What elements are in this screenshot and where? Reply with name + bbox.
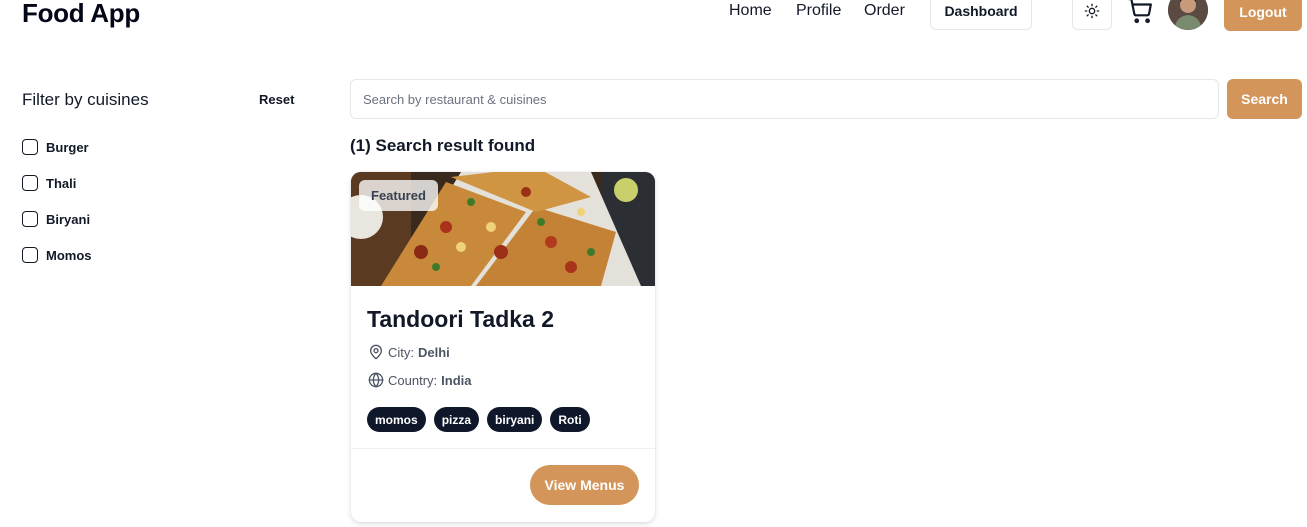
map-pin-icon <box>370 344 382 360</box>
cuisine-label: Momos <box>46 247 92 263</box>
restaurant-card: Featured Tandoori Tadka 2 City: Delhi Co… <box>351 172 655 522</box>
view-menus-button[interactable]: View Menus <box>530 465 639 505</box>
featured-badge: Featured <box>359 180 438 211</box>
avatar[interactable] <box>1168 0 1208 30</box>
card-divider <box>351 448 655 449</box>
nav-home-link[interactable]: Home <box>729 2 772 20</box>
cuisine-checkbox[interactable] <box>22 211 38 227</box>
cuisine-checkbox[interactable] <box>22 175 38 191</box>
avatar-photo-icon <box>1168 0 1208 30</box>
cuisine-tag: biryani <box>487 407 543 432</box>
city-value: Delhi <box>418 344 450 360</box>
nav-profile-link[interactable]: Profile <box>796 2 841 20</box>
cuisine-option-burger[interactable]: Burger <box>22 139 89 155</box>
cuisine-label: Biryani <box>46 211 91 227</box>
nav-order-link[interactable]: Order <box>864 2 905 20</box>
logout-button[interactable]: Logout <box>1224 0 1302 31</box>
app-brand[interactable]: Food App <box>22 0 140 29</box>
restaurant-city: City: Delhi <box>368 344 450 360</box>
cuisine-tag: Roti <box>550 407 590 432</box>
restaurant-country: Country: India <box>368 372 471 388</box>
theme-toggle-button[interactable] <box>1072 0 1112 30</box>
city-label: City: <box>388 344 414 360</box>
cuisine-option-momos[interactable]: Momos <box>22 247 92 263</box>
cuisine-label: Burger <box>46 139 89 155</box>
dashboard-button[interactable]: Dashboard <box>930 0 1032 30</box>
globe-icon <box>368 372 384 388</box>
cuisine-option-biryani[interactable]: Biryani <box>22 211 90 227</box>
cuisine-checkbox[interactable] <box>22 247 38 263</box>
country-value: India <box>441 372 472 388</box>
filter-title: Filter by cuisines <box>22 90 149 109</box>
cuisine-checkbox[interactable] <box>22 139 38 155</box>
search-input[interactable] <box>350 79 1219 119</box>
search-button[interactable]: Search <box>1227 79 1302 119</box>
reset-button[interactable]: Reset <box>259 92 294 107</box>
restaurant-name: Tandoori Tadka 2 <box>367 306 555 332</box>
cuisine-tag: pizza <box>433 407 480 432</box>
cuisine-option-thali[interactable]: Thali <box>22 175 76 191</box>
cart-icon[interactable] <box>1127 0 1153 24</box>
result-count: (1) Search result found <box>350 136 536 155</box>
cuisine-label: Thali <box>46 175 77 191</box>
cuisine-tag: momos <box>367 407 426 432</box>
sun-icon <box>1084 3 1100 19</box>
cuisine-tags: momos pizza biryani Roti <box>367 407 590 432</box>
country-label: Country: <box>388 372 438 388</box>
